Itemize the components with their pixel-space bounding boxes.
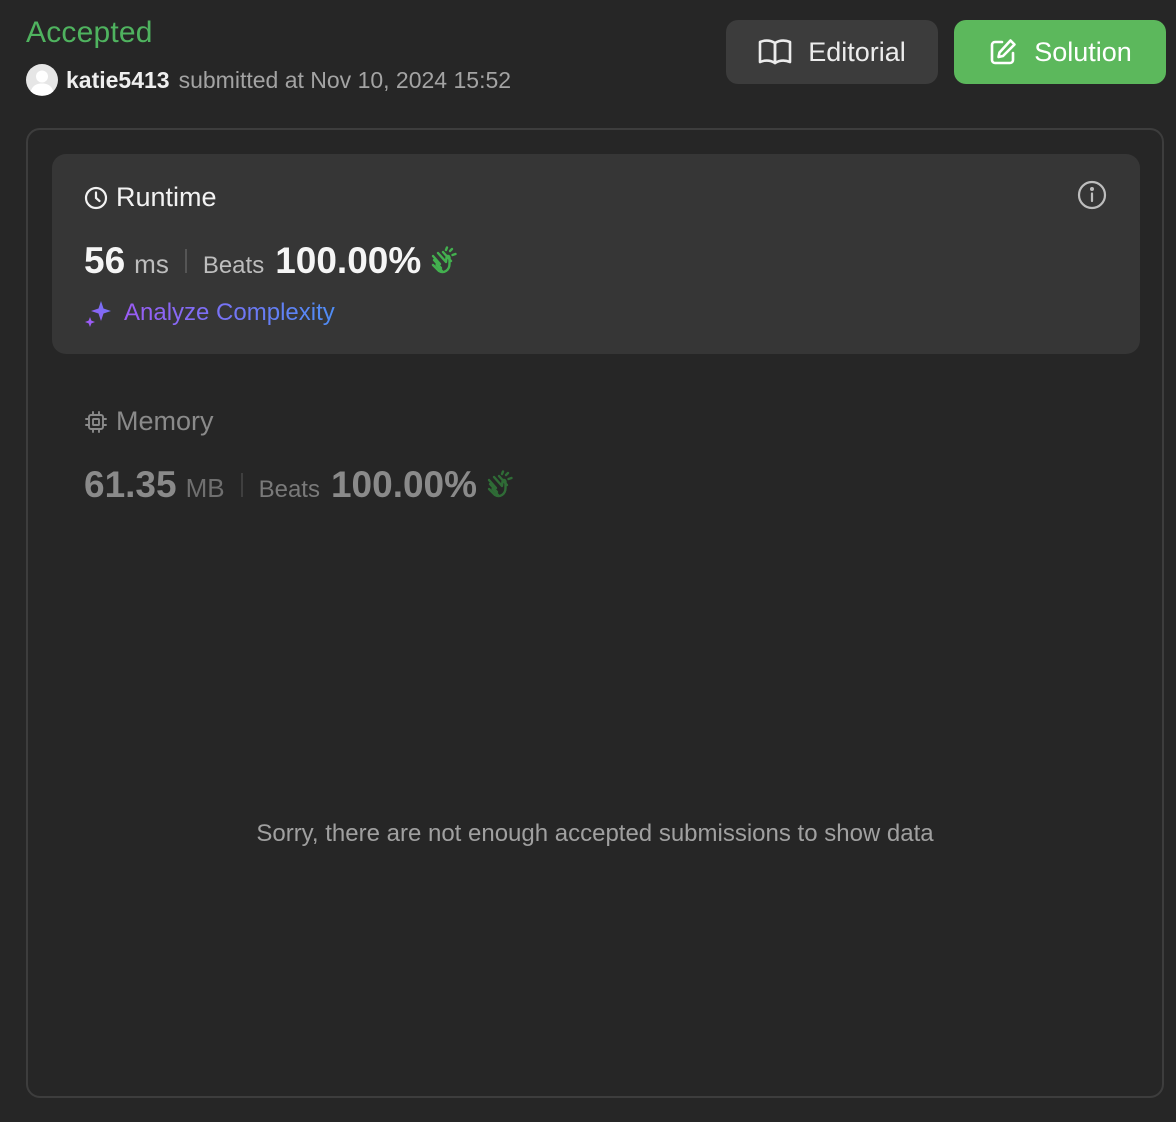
edit-pencil-icon [988, 37, 1018, 67]
runtime-title: Runtime [84, 182, 217, 213]
runtime-beats-label: Beats [202, 252, 265, 279]
info-icon[interactable] [1076, 179, 1108, 211]
sparkles-icon [84, 298, 114, 328]
memory-value: 61.35 [84, 464, 177, 505]
memory-stats: 61.35 MB Beats 100.00% [84, 464, 515, 506]
editorial-button[interactable]: Editorial [726, 20, 938, 84]
clapping-hands-icon [483, 469, 515, 501]
chip-icon [84, 410, 108, 434]
submitted-timestamp: submitted at Nov 10, 2024 15:52 [178, 66, 512, 93]
solution-button-label: Solution [1034, 36, 1132, 67]
analyze-complexity-label: Analyze Complexity [124, 299, 335, 326]
stat-divider [184, 249, 187, 273]
memory-title[interactable]: Memory [84, 406, 214, 437]
book-open-icon [758, 38, 792, 66]
submission-result-page: Accepted katie5413 submitted at Nov 10, … [0, 0, 1176, 1122]
runtime-stats: 56 ms Beats 100.00% [84, 240, 459, 282]
avatar[interactable] [26, 64, 58, 96]
submission-status: Accepted [26, 16, 153, 49]
runtime-value: 56 [84, 240, 126, 281]
runtime-title-label: Runtime [116, 182, 217, 212]
analyze-complexity-button[interactable]: Analyze Complexity [84, 298, 335, 328]
submitter-info: katie5413 submitted at Nov 10, 2024 15:5… [26, 64, 511, 96]
username-link[interactable]: katie5413 [66, 67, 170, 94]
stat-divider [240, 473, 243, 497]
clapping-hands-icon [427, 245, 459, 277]
memory-title-label: Memory [116, 406, 214, 436]
memory-unit: MB [185, 473, 225, 503]
solution-button[interactable]: Solution [954, 20, 1166, 84]
runtime-unit: ms [134, 249, 169, 279]
clock-icon [84, 186, 108, 210]
memory-beats-label: Beats [258, 476, 320, 503]
empty-state-message: Sorry, there are not enough accepted sub… [256, 820, 934, 847]
editorial-button-label: Editorial [808, 36, 906, 67]
runtime-beats-value: 100.00% [275, 240, 422, 281]
user-avatar-icon [30, 70, 54, 95]
memory-beats-value: 100.00% [330, 464, 478, 505]
